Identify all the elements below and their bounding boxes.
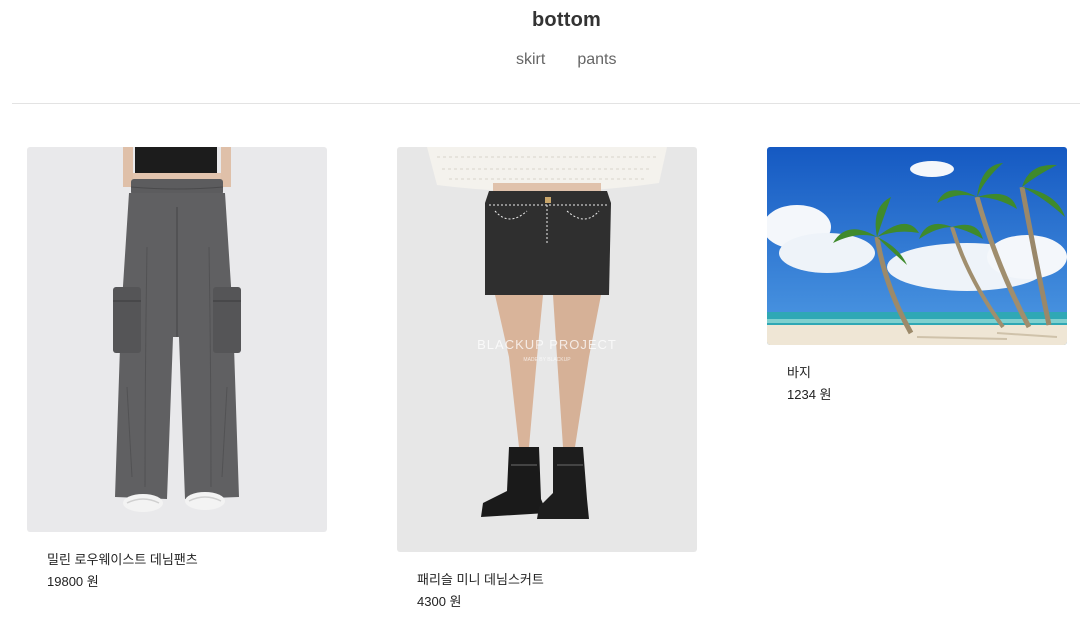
product-name[interactable]: 패리슬 미니 데님스커트 <box>417 571 697 589</box>
product-card[interactable]: 밀린 로우웨이스트 데님팬츠 19800 원 <box>27 147 327 591</box>
product-image-mini-skirt[interactable]: BLACKUP PROJECT MADE BY BLACKUP <box>397 147 697 552</box>
subcategory-nav: skirt pants <box>516 51 616 69</box>
tab-skirt[interactable]: skirt <box>516 51 545 69</box>
brand-watermark-sub: MADE BY BLACKUP <box>523 357 571 363</box>
product-name[interactable]: 바지 <box>787 364 1067 382</box>
page-title: bottom <box>532 9 601 31</box>
product-price: 4300 원 <box>417 594 462 609</box>
product-card[interactable]: BLACKUP PROJECT MADE BY BLACKUP 패리슬 미니 데… <box>397 147 697 611</box>
product-price: 1234 원 <box>787 387 832 402</box>
category-header: bottom skirt pants <box>0 0 1080 104</box>
product-card[interactable]: 바지 1234 원 <box>767 147 1067 404</box>
product-image-cargo-pants[interactable] <box>27 147 327 532</box>
product-image-beach[interactable] <box>767 147 1067 345</box>
divider <box>12 103 1080 104</box>
tab-pants[interactable]: pants <box>577 51 616 69</box>
product-name[interactable]: 밀린 로우웨이스트 데님팬츠 <box>47 551 327 569</box>
product-price: 19800 원 <box>47 574 99 589</box>
brand-watermark: BLACKUP PROJECT <box>477 337 617 352</box>
